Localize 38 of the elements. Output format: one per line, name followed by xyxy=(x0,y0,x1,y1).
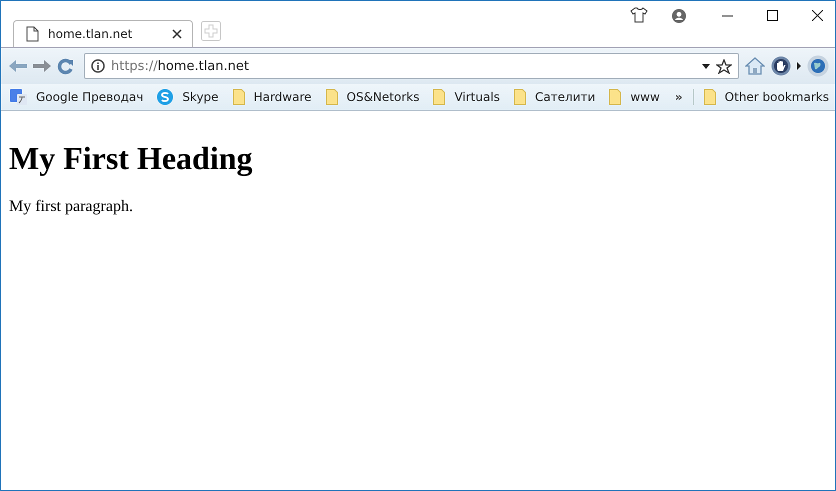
home-icon[interactable] xyxy=(745,57,765,75)
forward-icon[interactable] xyxy=(33,59,51,73)
folder-icon xyxy=(704,89,716,105)
url-text: https://home.tlan.net xyxy=(111,58,250,74)
bookmark[interactable]: Google Преводач xyxy=(10,89,144,105)
address-field[interactable]: https://home.tlan.net xyxy=(84,53,739,79)
folder-icon xyxy=(326,89,338,105)
bookmark[interactable]: Hardware xyxy=(232,89,312,105)
arrow-icon[interactable] xyxy=(797,62,801,70)
globe-icon[interactable] xyxy=(807,55,829,77)
bookmark[interactable]: OS&Netorks xyxy=(326,89,420,105)
tab-title: home.tlan.net xyxy=(48,27,134,41)
shirt-icon[interactable] xyxy=(630,7,648,24)
folder-icon xyxy=(433,89,446,105)
bookmark[interactable]: Virtuals xyxy=(433,89,500,105)
folder-icon xyxy=(232,89,245,105)
dropdown-icon[interactable] xyxy=(702,64,710,68)
star-icon[interactable] xyxy=(716,58,732,74)
info-icon xyxy=(91,59,105,73)
translate-icon xyxy=(10,89,27,105)
bookmark[interactable]: www xyxy=(609,89,660,105)
skype-icon xyxy=(157,89,174,105)
page-heading: My First Heading xyxy=(9,140,253,177)
page-icon xyxy=(26,26,39,42)
browser-tab[interactable]: home.tlan.net xyxy=(13,20,193,47)
hand-icon[interactable] xyxy=(771,56,791,76)
maximize-icon[interactable] xyxy=(767,10,778,21)
account-icon[interactable] xyxy=(672,8,686,22)
page-paragraph: My first paragraph. xyxy=(9,198,133,216)
folder-icon xyxy=(609,89,622,105)
bookmark[interactable]: Skype xyxy=(157,89,219,105)
more-bookmarks-button[interactable]: » xyxy=(674,90,683,104)
close-icon[interactable] xyxy=(172,29,182,39)
close-icon[interactable] xyxy=(812,10,823,21)
bookmark[interactable]: Сателити xyxy=(514,89,596,105)
reload-icon[interactable] xyxy=(57,58,74,74)
folder-icon xyxy=(514,89,526,105)
other-bookmarks[interactable]: Other bookmarks xyxy=(704,89,829,105)
